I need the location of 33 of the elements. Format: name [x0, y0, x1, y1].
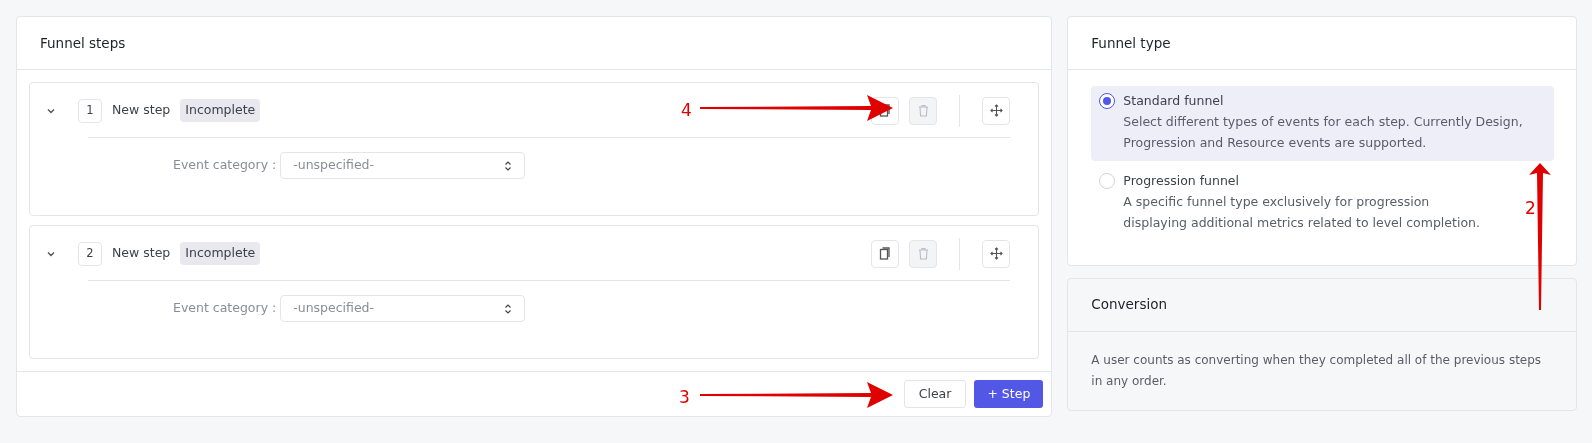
move-button[interactable] — [982, 239, 1011, 268]
option-description: Select different types of events for each step. Currently Design, Progression and Resource events are supported. — [1123, 112, 1524, 152]
move-icon — [989, 104, 1003, 117]
up-down-chevron-icon — [504, 303, 513, 314]
panel-title: Funnel steps — [17, 17, 1052, 70]
status-badge: Incomplete — [180, 99, 261, 122]
annotation-number: 2 — [1525, 198, 1536, 218]
copy-button[interactable] — [871, 239, 900, 268]
trash-icon — [917, 104, 929, 117]
move-icon — [989, 247, 1003, 260]
panel-title: Funnel type — [1068, 17, 1576, 70]
funnel-option[interactable]: Standard funnel Select different types of events for each step. Currently Design, Progression and Resource events are supported. — [1091, 86, 1554, 161]
status-badge: Incomplete — [180, 242, 261, 265]
option-title: Standard funnel — [1123, 92, 1225, 110]
radio-button[interactable] — [1099, 93, 1116, 109]
field-label: Event category : — [173, 156, 277, 175]
step-name: New step — [112, 244, 171, 263]
copy-icon — [879, 247, 892, 260]
step-number: 2 — [78, 241, 102, 266]
field-label: Event category : — [173, 299, 277, 318]
step-number: 1 — [78, 98, 102, 123]
trash-icon — [917, 247, 929, 260]
annotation-number: 3 — [679, 387, 690, 407]
funnel-option[interactable]: Progression funnel A specific funnel type exclusively for progression displaying additional metrics related to level completion. — [1091, 165, 1504, 241]
annotation-number: 4 — [681, 100, 692, 120]
move-button[interactable] — [982, 96, 1011, 125]
add-step-button[interactable]: + Step — [974, 380, 1044, 408]
clear-button[interactable]: Clear — [903, 380, 967, 408]
option-title: Progression funnel — [1123, 171, 1241, 190]
step-name: New step — [112, 101, 171, 120]
description-text: A user counts as converting when they completed all of the previous steps in any order. — [1090, 351, 1543, 390]
up-down-chevron-icon — [504, 160, 513, 171]
option-description: A specific funnel type exclusively for progression displaying additional metrics related to level completion. — [1123, 192, 1481, 232]
